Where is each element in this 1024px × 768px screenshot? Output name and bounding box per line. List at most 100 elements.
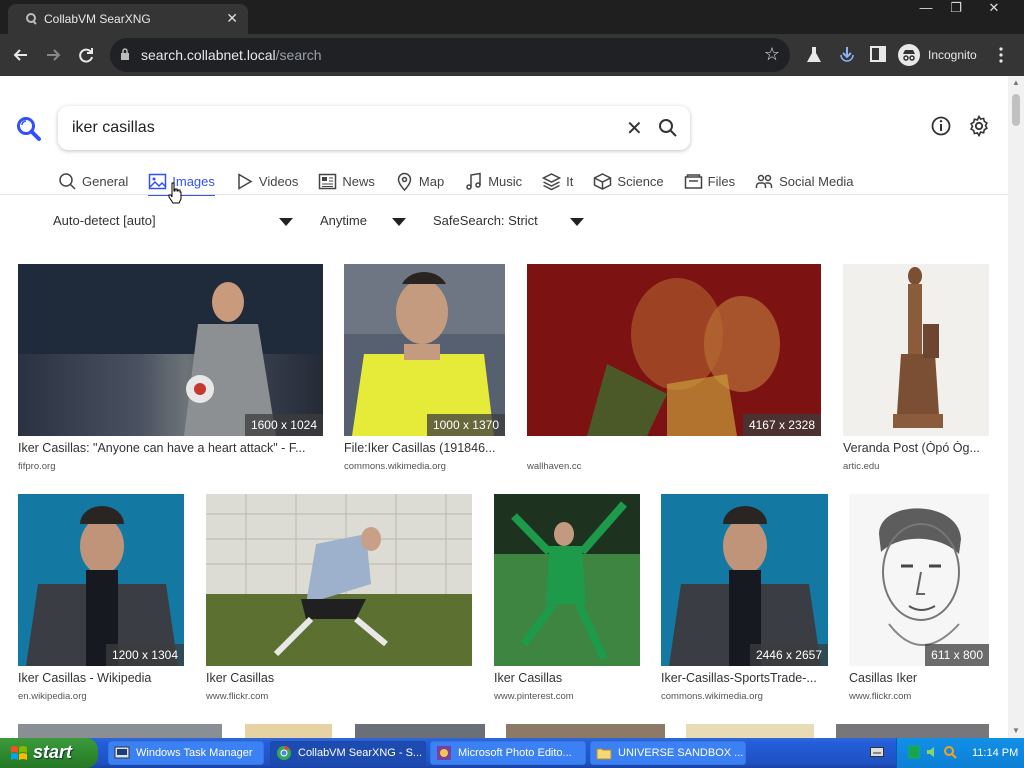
incognito-icon (898, 44, 920, 66)
chevron-down-icon[interactable] (279, 218, 293, 226)
layers-icon (542, 172, 562, 190)
address-bar[interactable]: search.collabnet.local/search ☆ (110, 38, 790, 72)
result-thumbnail[interactable]: 1000 x 1370 (344, 264, 505, 436)
browser-toolbar: search.collabnet.local/search ☆ Incognit… (0, 34, 1024, 76)
incognito-indicator[interactable]: Incognito (898, 42, 977, 68)
result-thumbnail[interactable]: 1600 x 1024 (18, 264, 323, 436)
result-source[interactable]: commons.wikimedia.org (661, 691, 763, 702)
tab-map[interactable]: Map (395, 168, 444, 194)
result-title[interactable]: Iker Casillas (206, 671, 472, 685)
info-icon[interactable] (931, 116, 951, 136)
resolution-badge: 1600 x 1024 (244, 414, 323, 436)
image-result[interactable]: Veranda Post (Òpó Òg... artic.edu (843, 264, 989, 474)
language-select[interactable]: Auto-detect [auto] (53, 213, 156, 228)
volume-icon[interactable] (925, 745, 939, 759)
tab-close-icon[interactable]: ✕ (226, 10, 238, 27)
result-source[interactable]: artic.edu (843, 461, 879, 472)
system-tray: 11:14 PM (896, 738, 1024, 768)
result-title[interactable]: Iker Casillas - Wikipedia (18, 671, 184, 685)
chevron-down-icon[interactable] (570, 218, 584, 226)
image-result-partial[interactable] (836, 724, 989, 738)
image-result-partial[interactable] (506, 724, 665, 738)
clear-search-icon[interactable]: ✕ (626, 116, 643, 141)
result-source[interactable]: www.flickr.com (206, 691, 268, 702)
taskbar-item-browser[interactable]: CollabVM SearXNG - S... (270, 741, 426, 765)
keyboard-language-icon[interactable] (870, 746, 884, 758)
start-label: start (33, 742, 73, 762)
searxng-logo-icon[interactable] (16, 116, 42, 142)
kebab-menu-icon[interactable] (996, 46, 1006, 64)
start-button[interactable]: start (0, 738, 98, 768)
image-result-partial[interactable] (355, 724, 485, 738)
hand-cursor-icon (168, 182, 182, 204)
tab-files[interactable]: Files (684, 168, 735, 194)
close-window-button[interactable]: ✕ (972, 0, 1016, 18)
tab-it[interactable]: It (542, 168, 573, 194)
image-result-partial[interactable] (18, 724, 222, 738)
page-scrollbar[interactable]: ▲ ▼ (1008, 76, 1024, 738)
back-arrow-icon[interactable] (10, 44, 32, 66)
image-result[interactable]: Iker Casillas www.pinterest.com (494, 494, 640, 706)
result-thumbnail[interactable] (206, 494, 472, 666)
result-title[interactable]: Veranda Post (Òpó Òg... (843, 441, 989, 455)
time-range-select[interactable]: Anytime (320, 213, 367, 228)
search-tray-icon[interactable] (943, 745, 957, 759)
tab-news[interactable]: News (318, 168, 375, 194)
result-title[interactable]: Iker Casillas: "Anyone can have a heart … (18, 441, 323, 455)
result-source[interactable]: fifpro.org (18, 461, 56, 472)
result-source[interactable]: www.flickr.com (849, 691, 911, 702)
url-text: search.collabnet.local/search (141, 47, 322, 63)
browser-tab[interactable]: CollabVM SearXNG ✕ (8, 4, 248, 34)
tab-general[interactable]: General (58, 168, 128, 194)
image-result[interactable]: 1600 x 1024 Iker Casillas: "Anyone can h… (18, 264, 323, 474)
forward-arrow-icon[interactable] (42, 44, 64, 66)
search-icon[interactable] (658, 118, 678, 138)
taskbar-clock[interactable]: 11:14 PM (972, 747, 1018, 759)
taskbar-item-task-manager[interactable]: Windows Task Manager (108, 741, 264, 765)
result-thumbnail[interactable] (843, 264, 989, 436)
result-thumbnail[interactable]: 4167 x 2328 (527, 264, 821, 436)
image-result[interactable]: Iker Casillas www.flickr.com (206, 494, 472, 706)
result-source[interactable]: wallhaven.cc (527, 461, 581, 472)
tab-videos[interactable]: Videos (235, 168, 298, 194)
tab-music[interactable]: Music (464, 168, 522, 194)
image-result[interactable]: 4167 x 2328 wallhaven.cc (527, 264, 821, 474)
restore-button[interactable]: ❐ (942, 0, 970, 18)
tab-social-media[interactable]: Social Media (755, 168, 854, 194)
result-title[interactable]: File:Iker Casillas (191846... (344, 441, 505, 455)
taskbar-item-photo-editor[interactable]: Microsoft Photo Edito... (430, 741, 586, 765)
labs-flask-icon[interactable] (806, 46, 822, 64)
taskbar-item-folder[interactable]: UNIVERSE SANDBOX ... (590, 741, 746, 765)
scrollbar-thumb[interactable] (1012, 94, 1020, 126)
image-result[interactable]: 1000 x 1370 File:Iker Casillas (191846..… (344, 264, 505, 474)
image-result-partial[interactable] (245, 724, 332, 738)
result-title[interactable]: Iker-Casillas-SportsTrade-... (661, 671, 828, 685)
result-source[interactable]: en.wikipedia.org (18, 691, 87, 702)
result-thumbnail[interactable] (494, 494, 640, 666)
result-source[interactable]: commons.wikimedia.org (344, 461, 446, 472)
download-icon[interactable] (838, 45, 856, 63)
side-panel-icon[interactable] (870, 46, 886, 62)
chevron-down-icon[interactable] (392, 218, 406, 226)
result-thumbnail[interactable]: 2446 x 2657 (661, 494, 828, 666)
settings-gear-icon[interactable] (968, 115, 990, 137)
bookmark-star-icon[interactable]: ☆ (764, 44, 780, 65)
result-thumbnail[interactable]: 611 x 800 (849, 494, 989, 666)
result-thumbnail[interactable]: 1200 x 1304 (18, 494, 184, 666)
minimize-button[interactable]: — (912, 0, 940, 18)
network-icon[interactable] (907, 745, 921, 759)
search-input[interactable] (72, 116, 592, 140)
image-result[interactable]: 611 x 800 Casillas Iker www.flickr.com (849, 494, 989, 706)
resolution-badge: 2446 x 2657 (749, 644, 828, 666)
image-result[interactable]: 1200 x 1304 Iker Casillas - Wikipedia en… (18, 494, 184, 706)
scroll-down-icon[interactable]: ▼ (1012, 726, 1020, 735)
safesearch-select[interactable]: SafeSearch: Strict (433, 213, 538, 228)
tab-science[interactable]: Science (593, 168, 664, 194)
result-source[interactable]: www.pinterest.com (494, 691, 574, 702)
image-result-partial[interactable] (686, 724, 814, 738)
image-result[interactable]: 2446 x 2657 Iker-Casillas-SportsTrade-..… (661, 494, 828, 706)
result-title[interactable]: Casillas Iker (849, 671, 989, 685)
reload-icon[interactable] (75, 44, 97, 66)
result-title[interactable]: Iker Casillas (494, 671, 640, 685)
scroll-up-icon[interactable]: ▲ (1012, 78, 1020, 87)
